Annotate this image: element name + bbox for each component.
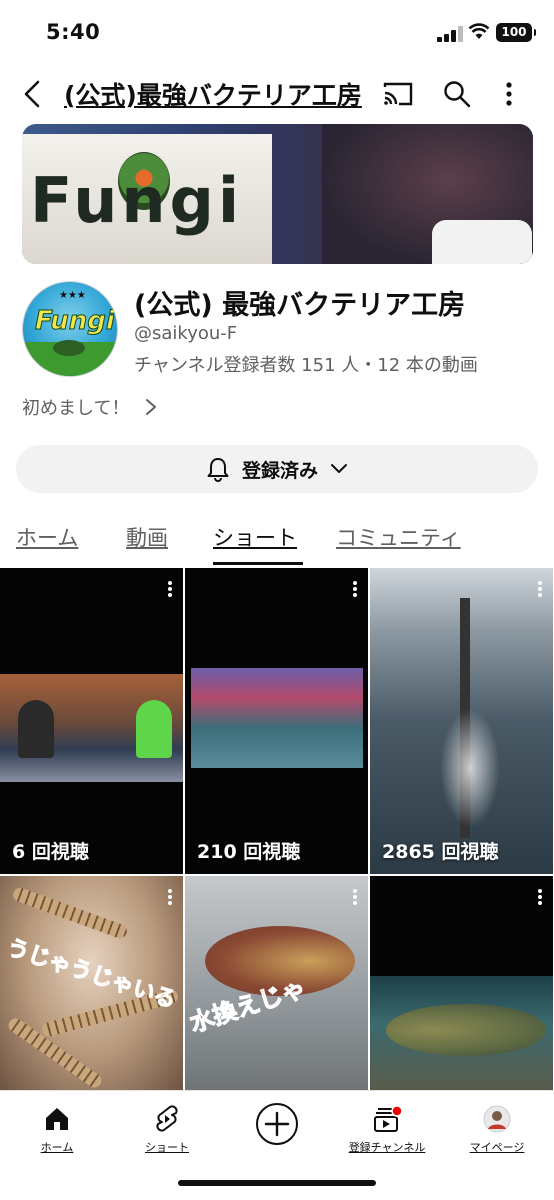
thumbnail-person (18, 700, 54, 758)
channel-avatar[interactable]: ★★★ Fungi (22, 281, 118, 377)
short-thumbnail[interactable]: 2865 回視聴 (370, 568, 553, 874)
nav-my-page-label: マイページ (469, 1141, 525, 1154)
avatar-logo-text: Fungi (35, 306, 116, 337)
more-vert-icon[interactable] (167, 580, 173, 598)
short-view-count: 2865 回視聴 (382, 841, 499, 863)
home-icon (46, 1108, 68, 1130)
nav-subscriptions-label: 登録チャンネル (348, 1141, 426, 1154)
more-vert-icon[interactable] (537, 888, 543, 906)
avatar-frog (53, 340, 85, 356)
cast-icon[interactable] (383, 81, 413, 107)
status-bar: 5:40 100 (0, 0, 554, 64)
back-arrow-icon[interactable] (18, 78, 48, 110)
cellular-signal-icon (437, 26, 463, 42)
channel-header: (公式)最強バクテリア工房 (0, 64, 554, 124)
bell-icon (207, 458, 229, 482)
subscriptions-icon (374, 1105, 402, 1132)
nav-my-page[interactable]: マイページ (442, 1099, 552, 1155)
channel-stats: チャンネル登録者数 151 人・12 本の動画 (134, 355, 478, 376)
more-vert-icon[interactable] (167, 888, 173, 906)
short-view-count: 210 回視聴 (197, 841, 301, 863)
tab-home[interactable]: ホーム (16, 522, 78, 552)
channel-description-text: 初めまして！ (22, 398, 130, 419)
banner-sign-text: Fungi (30, 164, 244, 237)
channel-handle: @saikyou-F (134, 323, 238, 344)
avatar-icon (483, 1105, 511, 1133)
short-thumbnail[interactable]: 210 回視聴 (185, 568, 368, 874)
channel-description[interactable]: 初めまして！ (22, 394, 157, 420)
search-icon[interactable] (443, 80, 471, 108)
wifi-icon (468, 23, 490, 39)
chevron-right-icon (146, 399, 157, 415)
channel-banner: Fungi (22, 124, 533, 264)
create-icon (256, 1103, 298, 1145)
short-thumbnail[interactable]: 水換えじゃ (185, 876, 368, 1090)
avatar-stars: ★★★ (59, 290, 86, 301)
thumbnail-image (11, 885, 129, 941)
thumbnail-bubbles (440, 708, 500, 828)
nav-create[interactable] (222, 1099, 332, 1149)
status-time: 5:40 (46, 20, 101, 44)
subscribed-button[interactable]: 登録済み (16, 445, 538, 493)
nav-subscriptions[interactable]: 登録チャンネル (332, 1099, 442, 1155)
shorts-icon (156, 1105, 178, 1132)
channel-name: (公式) 最強バクテリア工房 (134, 290, 466, 321)
thumbnail-person (136, 700, 172, 758)
nav-shorts-label: ショート (145, 1141, 189, 1154)
shorts-grid: 6 回視聴 210 回視聴 2865 回視聴 うじゃうじゃいる 水換えじゃ (0, 568, 554, 1090)
short-thumbnail[interactable]: 6 回視聴 (0, 568, 183, 874)
active-tab-indicator (213, 562, 303, 565)
battery-indicator: 100 (496, 23, 536, 42)
chevron-down-icon (331, 464, 347, 473)
nav-home-label: ホーム (40, 1141, 74, 1154)
nav-home[interactable]: ホーム (2, 1099, 112, 1155)
channel-tabs: ホーム 動画 ショート コミュニティ (0, 512, 554, 566)
short-view-count: 6 回視聴 (12, 841, 89, 863)
channel-title[interactable]: (公式)最強バクテリア工房 (64, 76, 364, 112)
thumbnail-fish (386, 1004, 546, 1056)
short-thumbnail[interactable] (370, 876, 553, 1090)
tab-shorts[interactable]: ショート (213, 522, 297, 552)
more-vert-icon[interactable] (352, 580, 358, 598)
subscribed-label: 登録済み (241, 459, 318, 482)
tab-videos[interactable]: 動画 (126, 522, 168, 552)
thumbnail-image (191, 668, 363, 768)
home-indicator (178, 1180, 376, 1186)
banner-cup (432, 220, 532, 264)
thumbnail-caption: うじゃうじゃいる (3, 935, 179, 1014)
more-vert-icon[interactable] (537, 580, 543, 598)
more-vert-icon[interactable] (352, 888, 358, 906)
short-thumbnail[interactable]: うじゃうじゃいる (0, 876, 183, 1090)
tab-community[interactable]: コミュニティ (336, 522, 461, 552)
nav-shorts[interactable]: ショート (112, 1099, 222, 1155)
more-vert-icon[interactable] (505, 81, 513, 107)
